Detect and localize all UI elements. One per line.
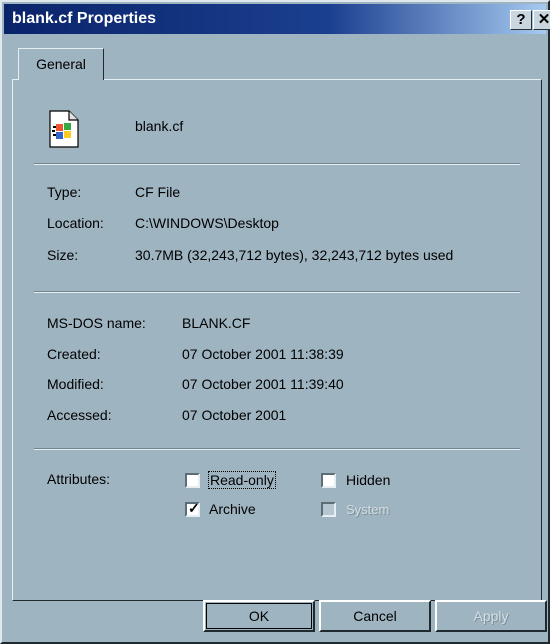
ok-button[interactable]: OK (203, 600, 315, 632)
help-button[interactable]: ? (510, 10, 532, 30)
location-label: Location: (47, 215, 104, 231)
accessed-label: Accessed: (47, 407, 112, 423)
check-icon: ✓ (188, 500, 200, 516)
close-button[interactable]: ✕ (533, 10, 550, 30)
created-value: 07 October 2001 11:38:39 (182, 346, 344, 362)
hidden-checkbox[interactable] (321, 473, 336, 488)
modified-value: 07 October 2001 11:39:40 (182, 376, 344, 392)
hidden-label[interactable]: Hidden (346, 472, 390, 488)
location-value: C:\WINDOWS\Desktop (135, 215, 279, 231)
type-value: CF File (135, 184, 181, 200)
msdos-value: BLANK.CF (182, 315, 251, 331)
cancel-button[interactable]: Cancel (319, 600, 431, 632)
readonly-checkbox[interactable] (185, 473, 200, 488)
msdos-label: MS-DOS name: (47, 315, 146, 331)
properties-dialog: blank.cf Properties ? ✕ General blank.cf… (0, 0, 550, 644)
system-checkbox (321, 502, 336, 517)
separator (34, 448, 520, 450)
modified-label: Modified: (47, 376, 104, 392)
separator (34, 291, 520, 293)
readonly-label[interactable]: Read-only (208, 471, 276, 489)
size-label: Size: (47, 247, 79, 263)
system-label: System (346, 502, 390, 517)
apply-button[interactable]: Apply (435, 600, 547, 632)
tab-general[interactable]: General (18, 48, 104, 80)
accessed-value: 07 October 2001 (182, 407, 287, 423)
attributes-label: Attributes: (47, 471, 111, 487)
file-name: blank.cf (135, 118, 184, 134)
tab-panel (12, 79, 542, 601)
windows-file-icon (49, 110, 79, 148)
type-label: Type: (47, 184, 82, 200)
archive-label[interactable]: Archive (209, 501, 256, 517)
window-title: blank.cf Properties (12, 10, 157, 27)
created-label: Created: (47, 346, 101, 362)
separator (34, 163, 520, 165)
title-bar[interactable]: blank.cf Properties ? ✕ (4, 4, 550, 34)
size-value: 30.7MB (32,243,712 bytes), 32,243,712 by… (135, 247, 454, 263)
archive-checkbox[interactable]: ✓ (185, 500, 200, 517)
